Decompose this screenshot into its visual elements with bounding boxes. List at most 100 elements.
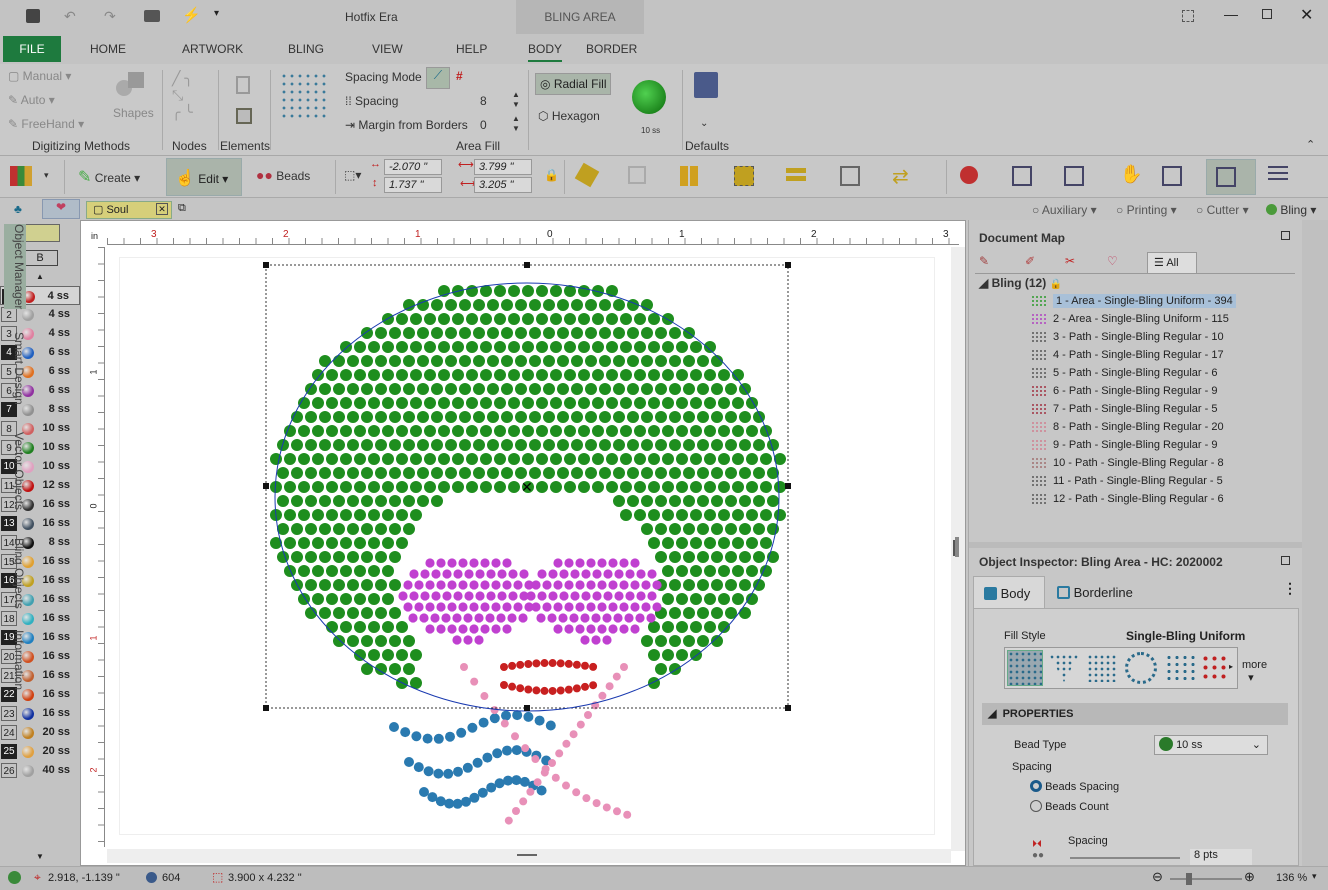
spacing-slider[interactable] — [1070, 857, 1180, 859]
more-fill-styles[interactable]: more ▾ — [1242, 659, 1267, 684]
freehand-button[interactable]: ✎ FreeHand ▾ — [8, 117, 84, 131]
document-map-item[interactable]: 2 - Area - Single-Bling Uniform - 115 — [1031, 310, 1229, 328]
group-lock-icon[interactable]: 🔒 — [1050, 279, 1062, 290]
collapse-ribbon-icon[interactable]: ⌃ — [1306, 138, 1315, 151]
color-row[interactable]: 13 16 ss — [0, 514, 80, 533]
side-tab[interactable]: Smart Design — [4, 332, 26, 405]
resize-handle[interactable] — [263, 483, 269, 489]
bling-toggle[interactable]: Bling ▾ — [1266, 203, 1316, 217]
copy-tool-icon[interactable] — [628, 166, 646, 184]
tab-border[interactable]: BORDER — [586, 42, 637, 56]
document-map-item[interactable]: 1 - Area - Single-Bling Uniform - 394 — [1031, 292, 1236, 310]
hexagon-button[interactable]: ⬡ Hexagon — [538, 109, 600, 123]
tab-home[interactable]: HOME — [90, 42, 126, 56]
zoom-fit-icon[interactable] — [1064, 166, 1084, 186]
bead-type-icon[interactable] — [632, 80, 666, 114]
create-button[interactable]: ✎ Create ▾ — [78, 167, 140, 187]
color-row[interactable]: 26 40 ss — [0, 761, 80, 780]
document-tab[interactable]: ▢ Soul ✕ — [86, 201, 172, 219]
auxiliary-toggle[interactable]: ○ Auxiliary ▾ — [1032, 203, 1097, 217]
undo-icon[interactable]: ↶ — [64, 8, 76, 25]
resize-handle[interactable] — [263, 705, 269, 711]
width-input[interactable]: 3.799 " — [474, 159, 532, 175]
margin-value[interactable]: 0 — [480, 118, 487, 132]
scroll-up-icon[interactable]: ▲ — [36, 272, 44, 281]
resize-handle[interactable] — [785, 483, 791, 489]
document-map-item[interactable]: 6 - Path - Single-Bling Regular - 9 — [1031, 382, 1217, 400]
fill-random-option[interactable] — [1165, 654, 1195, 682]
filter-pencil-icon[interactable]: ✎ — [979, 254, 989, 268]
tab-borderline-inspector[interactable]: Borderline — [1049, 576, 1145, 608]
element-icon-1[interactable] — [236, 76, 250, 94]
document-map-item[interactable]: 8 - Path - Single-Bling Regular - 20 — [1031, 418, 1224, 436]
beads-count-radio[interactable]: Beads Count — [1030, 800, 1109, 813]
zoom-slider-thumb[interactable] — [1186, 873, 1192, 885]
align-icon[interactable] — [786, 168, 806, 184]
inspector-close-icon[interactable] — [1281, 556, 1290, 565]
filter-bling-icon[interactable]: ♡ — [1107, 254, 1118, 268]
bead-fill-icon[interactable] — [280, 72, 328, 120]
beads-spacing-radio[interactable]: Beads Spacing — [1030, 780, 1119, 793]
palette-b-button[interactable]: B — [22, 250, 58, 266]
vertical-scroll-thumb[interactable] — [955, 537, 959, 557]
bling-design[interactable]: ✕ — [119, 257, 935, 835]
group-icon[interactable] — [734, 166, 754, 186]
fill-grid-option[interactable] — [1087, 654, 1117, 682]
document-map-item[interactable]: 4 - Path - Single-Bling Regular - 17 — [1031, 346, 1224, 364]
document-map-item[interactable]: 11 - Path - Single-Bling Regular - 5 — [1031, 472, 1223, 490]
spacing-mode-line-icon[interactable]: ⟋ — [426, 67, 450, 89]
properties-header[interactable]: ◢ PROPERTIES — [982, 703, 1288, 725]
auto-button[interactable]: ✎ Auto ▾ — [8, 93, 55, 107]
node-tools-icon[interactable]: ╱ ╮ ⤡ ╭ ╰ — [172, 70, 193, 121]
margin-field[interactable]: ⇥ Margin from Borders — [345, 118, 468, 132]
tab-body[interactable]: BODY — [528, 42, 563, 62]
defaults-dropdown-icon[interactable]: ⌄ — [700, 118, 708, 129]
inspector-more-icon[interactable]: ⋮ — [1283, 580, 1297, 597]
pan-icon[interactable]: ✋ — [1120, 164, 1142, 185]
gallery-scroll-icon[interactable]: ▸ — [1229, 662, 1233, 671]
redo-icon[interactable]: ↷ — [104, 8, 116, 25]
horizontal-scrollbar[interactable] — [107, 849, 951, 863]
document-map-item[interactable]: 5 - Path - Single-Bling Regular - 6 — [1031, 364, 1217, 382]
zoom-page-button[interactable] — [1206, 159, 1256, 195]
resize-handle[interactable] — [524, 705, 530, 711]
palette-dropdown-icon[interactable]: ▾ — [44, 170, 49, 181]
fill-tool-icon[interactable] — [574, 162, 600, 188]
tab-file[interactable]: FILE — [3, 36, 61, 62]
folder-icon[interactable] — [144, 10, 160, 22]
scroll-down-icon[interactable]: ▼ — [36, 852, 44, 861]
minimize-button[interactable]: — — [1224, 6, 1238, 22]
arrange-icon[interactable] — [680, 166, 700, 186]
x-position-input[interactable]: -2.070 " — [384, 159, 442, 175]
edit-button[interactable]: ☝ Edit ▾ — [166, 158, 242, 196]
y-position-input[interactable]: 1.737 " — [384, 177, 442, 193]
zoom-out-icon[interactable]: ⊖ — [1152, 869, 1163, 885]
zoom-in-icon[interactable]: ⊕ — [1244, 869, 1255, 885]
flip-icon[interactable]: ⇄ — [892, 164, 909, 189]
spacing-slider-value[interactable]: 8 pts — [1190, 849, 1252, 865]
zoom-dropdown-icon[interactable]: ▾ — [1312, 871, 1317, 882]
new-tab-icon[interactable]: ⧉ — [178, 202, 186, 215]
layers-icon[interactable]: ♣ — [14, 202, 22, 216]
manual-button[interactable]: ▢ Manual ▾ — [8, 69, 71, 83]
color-row[interactable]: 18 16 ss — [0, 609, 80, 628]
tree-group-bling[interactable]: ◢ Bling (12) 🔒 — [979, 276, 1062, 290]
side-tab[interactable]: Bling Objects — [4, 538, 26, 609]
document-map-item[interactable]: 7 - Path - Single-Bling Regular - 5 — [1031, 400, 1217, 418]
resize-handle[interactable] — [263, 262, 269, 268]
zoom-slider[interactable] — [1170, 873, 1242, 885]
list-icon[interactable] — [1268, 166, 1288, 184]
color-row[interactable]: 25 20 ss — [0, 742, 80, 761]
shapes-icon[interactable] — [116, 72, 146, 102]
element-icon-2[interactable] — [236, 108, 252, 124]
zoom-icon[interactable] — [1012, 166, 1032, 186]
height-input[interactable]: 3.205 " — [474, 177, 532, 193]
tab-bling[interactable]: BLING — [288, 42, 324, 56]
bead-tool-icon[interactable] — [960, 166, 978, 184]
spacing-stepper-icon[interactable]: ▲ ▼ — [512, 90, 520, 110]
fill-triangle-option[interactable] — [1049, 654, 1079, 682]
bead-type-select[interactable]: 10 ss ⌄ — [1154, 735, 1268, 755]
document-map-item[interactable]: 3 - Path - Single-Bling Regular - 10 — [1031, 328, 1224, 346]
save-icon[interactable] — [26, 9, 40, 23]
filter-cut-icon[interactable]: ✂ — [1065, 254, 1075, 268]
